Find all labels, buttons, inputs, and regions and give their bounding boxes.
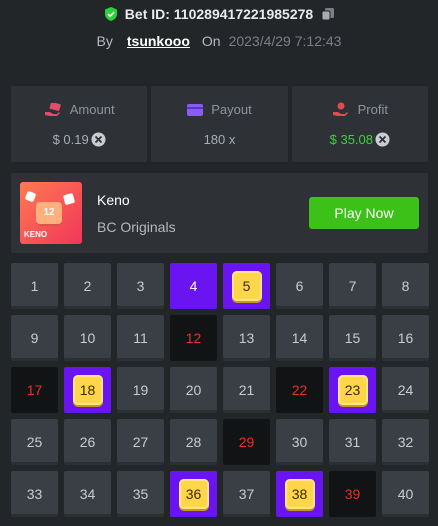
keno-cell: 2	[64, 263, 111, 309]
profit-value: $ 35.08	[329, 132, 373, 147]
keno-cell: 13	[223, 315, 270, 361]
keno-cell: 29	[223, 419, 270, 465]
keno-cell: 1	[11, 263, 58, 309]
by-label: By	[96, 33, 113, 49]
keno-cell: 22	[276, 367, 323, 413]
username-link[interactable]: tsunkooo	[127, 33, 190, 49]
keno-cell: 23	[329, 367, 376, 413]
keno-cell: 30	[276, 419, 323, 465]
keno-cell: 25	[11, 419, 58, 465]
keno-cell: 21	[223, 367, 270, 413]
keno-cell: 8	[382, 263, 429, 309]
keno-cell: 24	[382, 367, 429, 413]
hit-gem: 18	[72, 375, 103, 405]
game-name: Keno	[97, 192, 130, 208]
coin-hand-icon	[44, 102, 61, 116]
keno-cell: 34	[64, 471, 111, 517]
payout-value: 180 x	[203, 132, 236, 147]
keno-cell: 40	[382, 471, 429, 517]
hit-gem: 36	[178, 479, 209, 509]
bet-datetime: 2023/4/29 7:12:43	[228, 33, 342, 49]
keno-cell: 35	[117, 471, 164, 517]
profit-label: Profit	[357, 102, 388, 117]
stat-amount: Amount $ 0.19	[11, 86, 148, 162]
game-card: 12 KENO Keno BC Originals Play Now	[11, 173, 428, 253]
keno-cell: 18	[64, 367, 111, 413]
bet-author-row: By tsunkooo On 2023/4/29 7:12:43	[0, 33, 438, 49]
currency-coin-icon	[375, 132, 390, 147]
keno-cell: 38	[276, 471, 323, 517]
keno-cell: 12	[170, 315, 217, 361]
amount-value: $ 0.19	[52, 132, 89, 147]
keno-cell: 39	[329, 471, 376, 517]
keno-cell: 4	[170, 263, 217, 309]
keno-cell: 26	[64, 419, 111, 465]
stat-payout: Payout 180 x	[151, 86, 288, 162]
card-icon	[24, 190, 37, 203]
keno-cell: 17	[11, 367, 58, 413]
thumb-title: KENO	[24, 230, 48, 239]
hit-gem: 38	[284, 479, 315, 509]
amount-label: Amount	[69, 102, 115, 117]
keno-cell: 32	[382, 419, 429, 465]
hit-gem: 23	[337, 375, 368, 405]
keno-cell: 31	[329, 419, 376, 465]
keno-cell: 15	[329, 315, 376, 361]
bet-id-row: Bet ID: 110289417221985278	[0, 6, 438, 22]
keno-cell: 14	[276, 315, 323, 361]
payout-label: Payout	[211, 102, 252, 117]
keno-cell: 28	[170, 419, 217, 465]
bet-stats: Amount $ 0.19 Payout 180 x Profit $ 35.0…	[11, 86, 428, 162]
thumb-number: 12	[36, 202, 62, 224]
keno-cell: 7	[329, 263, 376, 309]
verified-shield-icon	[104, 7, 117, 21]
card-icon	[62, 192, 76, 206]
stat-profit: Profit $ 35.08	[291, 86, 428, 162]
bet-header: Bet ID: 110289417221985278 By tsunkooo O…	[0, 0, 438, 60]
keno-cell: 20	[170, 367, 217, 413]
keno-cell: 19	[117, 367, 164, 413]
hit-gem: 5	[231, 271, 262, 301]
keno-cell: 6	[276, 263, 323, 309]
keno-cell: 33	[11, 471, 58, 517]
keno-board: 1 2 3 4 5 6 7 8 9 10 11 12 13 14 15 16 17 18 19 20 21 22 23 24 2…	[11, 263, 429, 517]
keno-cell: 3	[117, 263, 164, 309]
keno-cell: 16	[382, 315, 429, 361]
bet-id: Bet ID: 110289417221985278	[124, 6, 314, 22]
keno-thumbnail[interactable]: 12 KENO	[20, 182, 82, 244]
keno-cell: 27	[117, 419, 164, 465]
keno-cell: 9	[11, 315, 58, 361]
keno-cell: 10	[64, 315, 111, 361]
on-label: On	[201, 33, 221, 49]
play-now-button[interactable]: Play Now	[309, 197, 419, 229]
profit-hand-icon	[332, 102, 348, 116]
game-provider: BC Originals	[97, 219, 176, 235]
keno-cell: 37	[223, 471, 270, 517]
copy-icon[interactable]	[321, 7, 335, 21]
keno-cell: 5	[223, 263, 270, 309]
keno-cell: 11	[117, 315, 164, 361]
keno-cell: 36	[170, 471, 217, 517]
currency-coin-icon	[91, 132, 106, 147]
wallet-icon	[187, 103, 204, 116]
